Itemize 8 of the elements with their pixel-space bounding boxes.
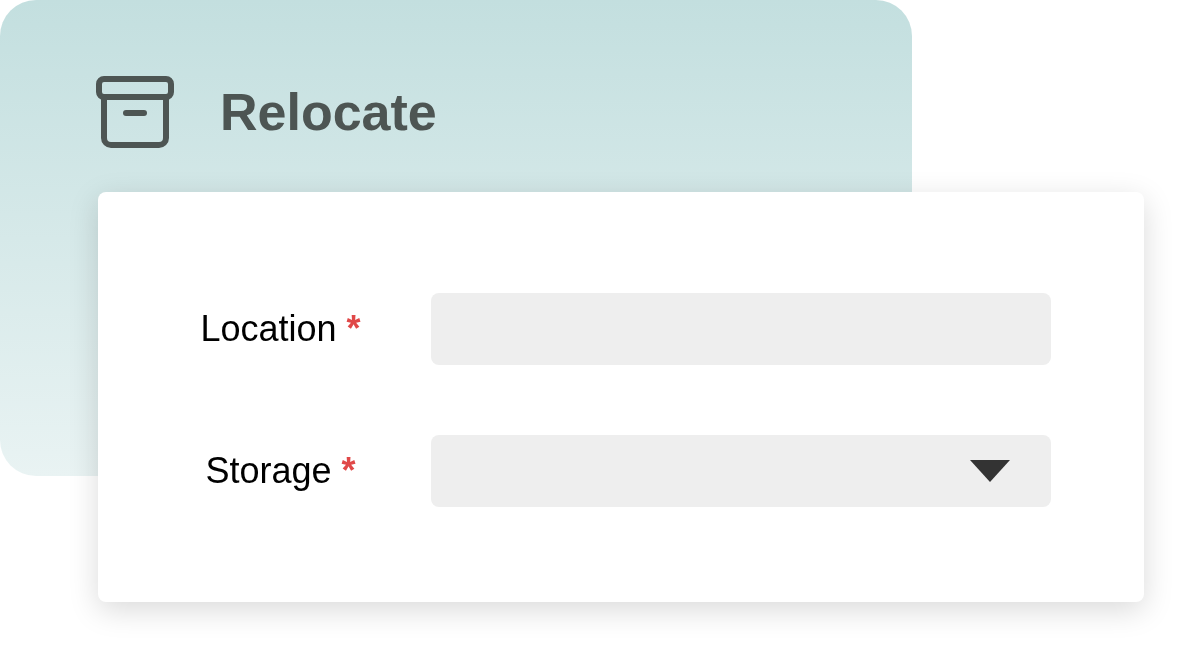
field-label: Storage — [205, 449, 332, 493]
dropdown-arrow-icon — [970, 460, 1010, 482]
required-mark: * — [346, 307, 361, 351]
page-title: Relocate — [220, 86, 437, 138]
archive-box-icon — [96, 76, 174, 148]
dropdown-field[interactable] — [431, 435, 1051, 507]
field-label: Location — [200, 307, 337, 351]
required-mark: * — [341, 449, 356, 493]
